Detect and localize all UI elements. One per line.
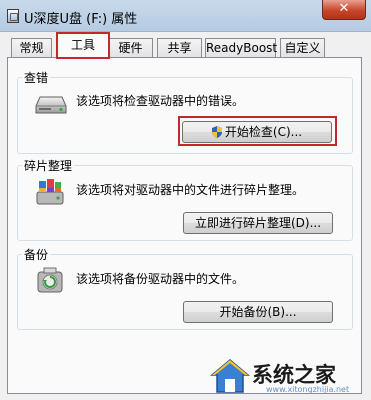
start-check-button[interactable]: 开始检查(C)... (182, 121, 332, 143)
watermark-url: www.xitongzhijia.net (266, 385, 350, 394)
tab-tools[interactable]: 工具 (56, 32, 110, 59)
watermark: 系统之家 www.xitongzhijia.net (206, 355, 368, 397)
tab-hardware[interactable]: 硬件 (108, 38, 153, 58)
start-check-label: 开始检查(C)... (224, 125, 303, 139)
drive-check-icon (35, 96, 67, 114)
house-logo-icon (210, 359, 250, 393)
drive-properties-icon (7, 9, 19, 23)
window-title: U深度U盘 (F:) 属性 (24, 12, 138, 27)
tab-general[interactable]: 常规 (11, 38, 52, 58)
uac-shield-icon (211, 126, 222, 138)
tab-readyboost[interactable]: ReadyBoost (205, 38, 277, 58)
error-checking-description: 该选项将检查驱动器中的错误。 (76, 94, 245, 108)
tab-customize[interactable]: 自定义 (280, 38, 325, 58)
defragment-now-button[interactable]: 立即进行碎片整理(D)... (183, 212, 333, 234)
backup-description: 该选项将备份驱动器中的文件。 (76, 272, 245, 286)
error-checking-title: 查错 (22, 69, 51, 86)
defrag-description: 该选项将对驱动器中的文件进行碎片整理。 (76, 183, 305, 197)
defrag-title: 碎片整理 (22, 157, 75, 174)
defrag-icon (36, 179, 64, 205)
backup-title: 备份 (22, 246, 51, 263)
close-button[interactable]: ✕ (322, 0, 366, 20)
tab-sharing[interactable]: 共享 (157, 38, 202, 58)
start-backup-button[interactable]: 开始备份(B)... (183, 301, 333, 323)
title-bar: U深度U盘 (F:) 属性 ✕ (0, 0, 371, 32)
backup-icon (37, 267, 63, 293)
